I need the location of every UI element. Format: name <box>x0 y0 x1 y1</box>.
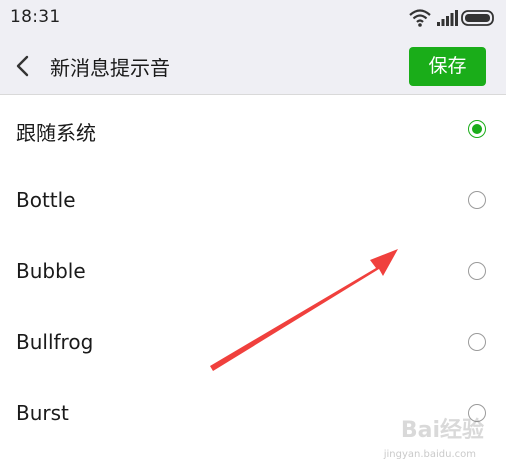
save-button[interactable]: 保存 <box>409 47 486 86</box>
sound-option-label: 跟随系统 <box>16 121 96 145</box>
status-icons <box>409 9 494 27</box>
sound-option[interactable]: Bottle <box>0 166 506 237</box>
signal-icon <box>437 10 458 26</box>
status-bar: 18:31 <box>0 0 506 38</box>
status-time: 18:31 <box>10 7 61 27</box>
sound-option-label: Bullfrog <box>16 330 94 354</box>
radio-button[interactable] <box>468 191 486 209</box>
sound-option-label: Bubble <box>16 259 86 283</box>
radio-button-selected[interactable] <box>468 120 486 138</box>
sound-list: 跟随系统 Bottle Bubble Bullfrog Burst <box>0 95 506 450</box>
chevron-left-icon[interactable] <box>12 52 36 80</box>
sound-option[interactable]: Bullfrog <box>0 308 506 379</box>
radio-button[interactable] <box>468 262 486 280</box>
sound-option-label: Burst <box>16 401 69 425</box>
sound-option-label: Bottle <box>16 188 76 212</box>
battery-icon <box>461 10 494 26</box>
wifi-icon <box>409 9 431 27</box>
watermark-url: jingyan.baidu.com <box>383 449 476 460</box>
page-title: 新消息提示音 <box>50 56 170 80</box>
watermark-logo: Bai经验 <box>400 418 484 443</box>
nav-bar: 新消息提示音 保存 <box>0 38 506 95</box>
radio-button[interactable] <box>468 333 486 351</box>
sound-option[interactable]: 跟随系统 <box>0 95 506 166</box>
sound-option[interactable]: Bubble <box>0 237 506 308</box>
